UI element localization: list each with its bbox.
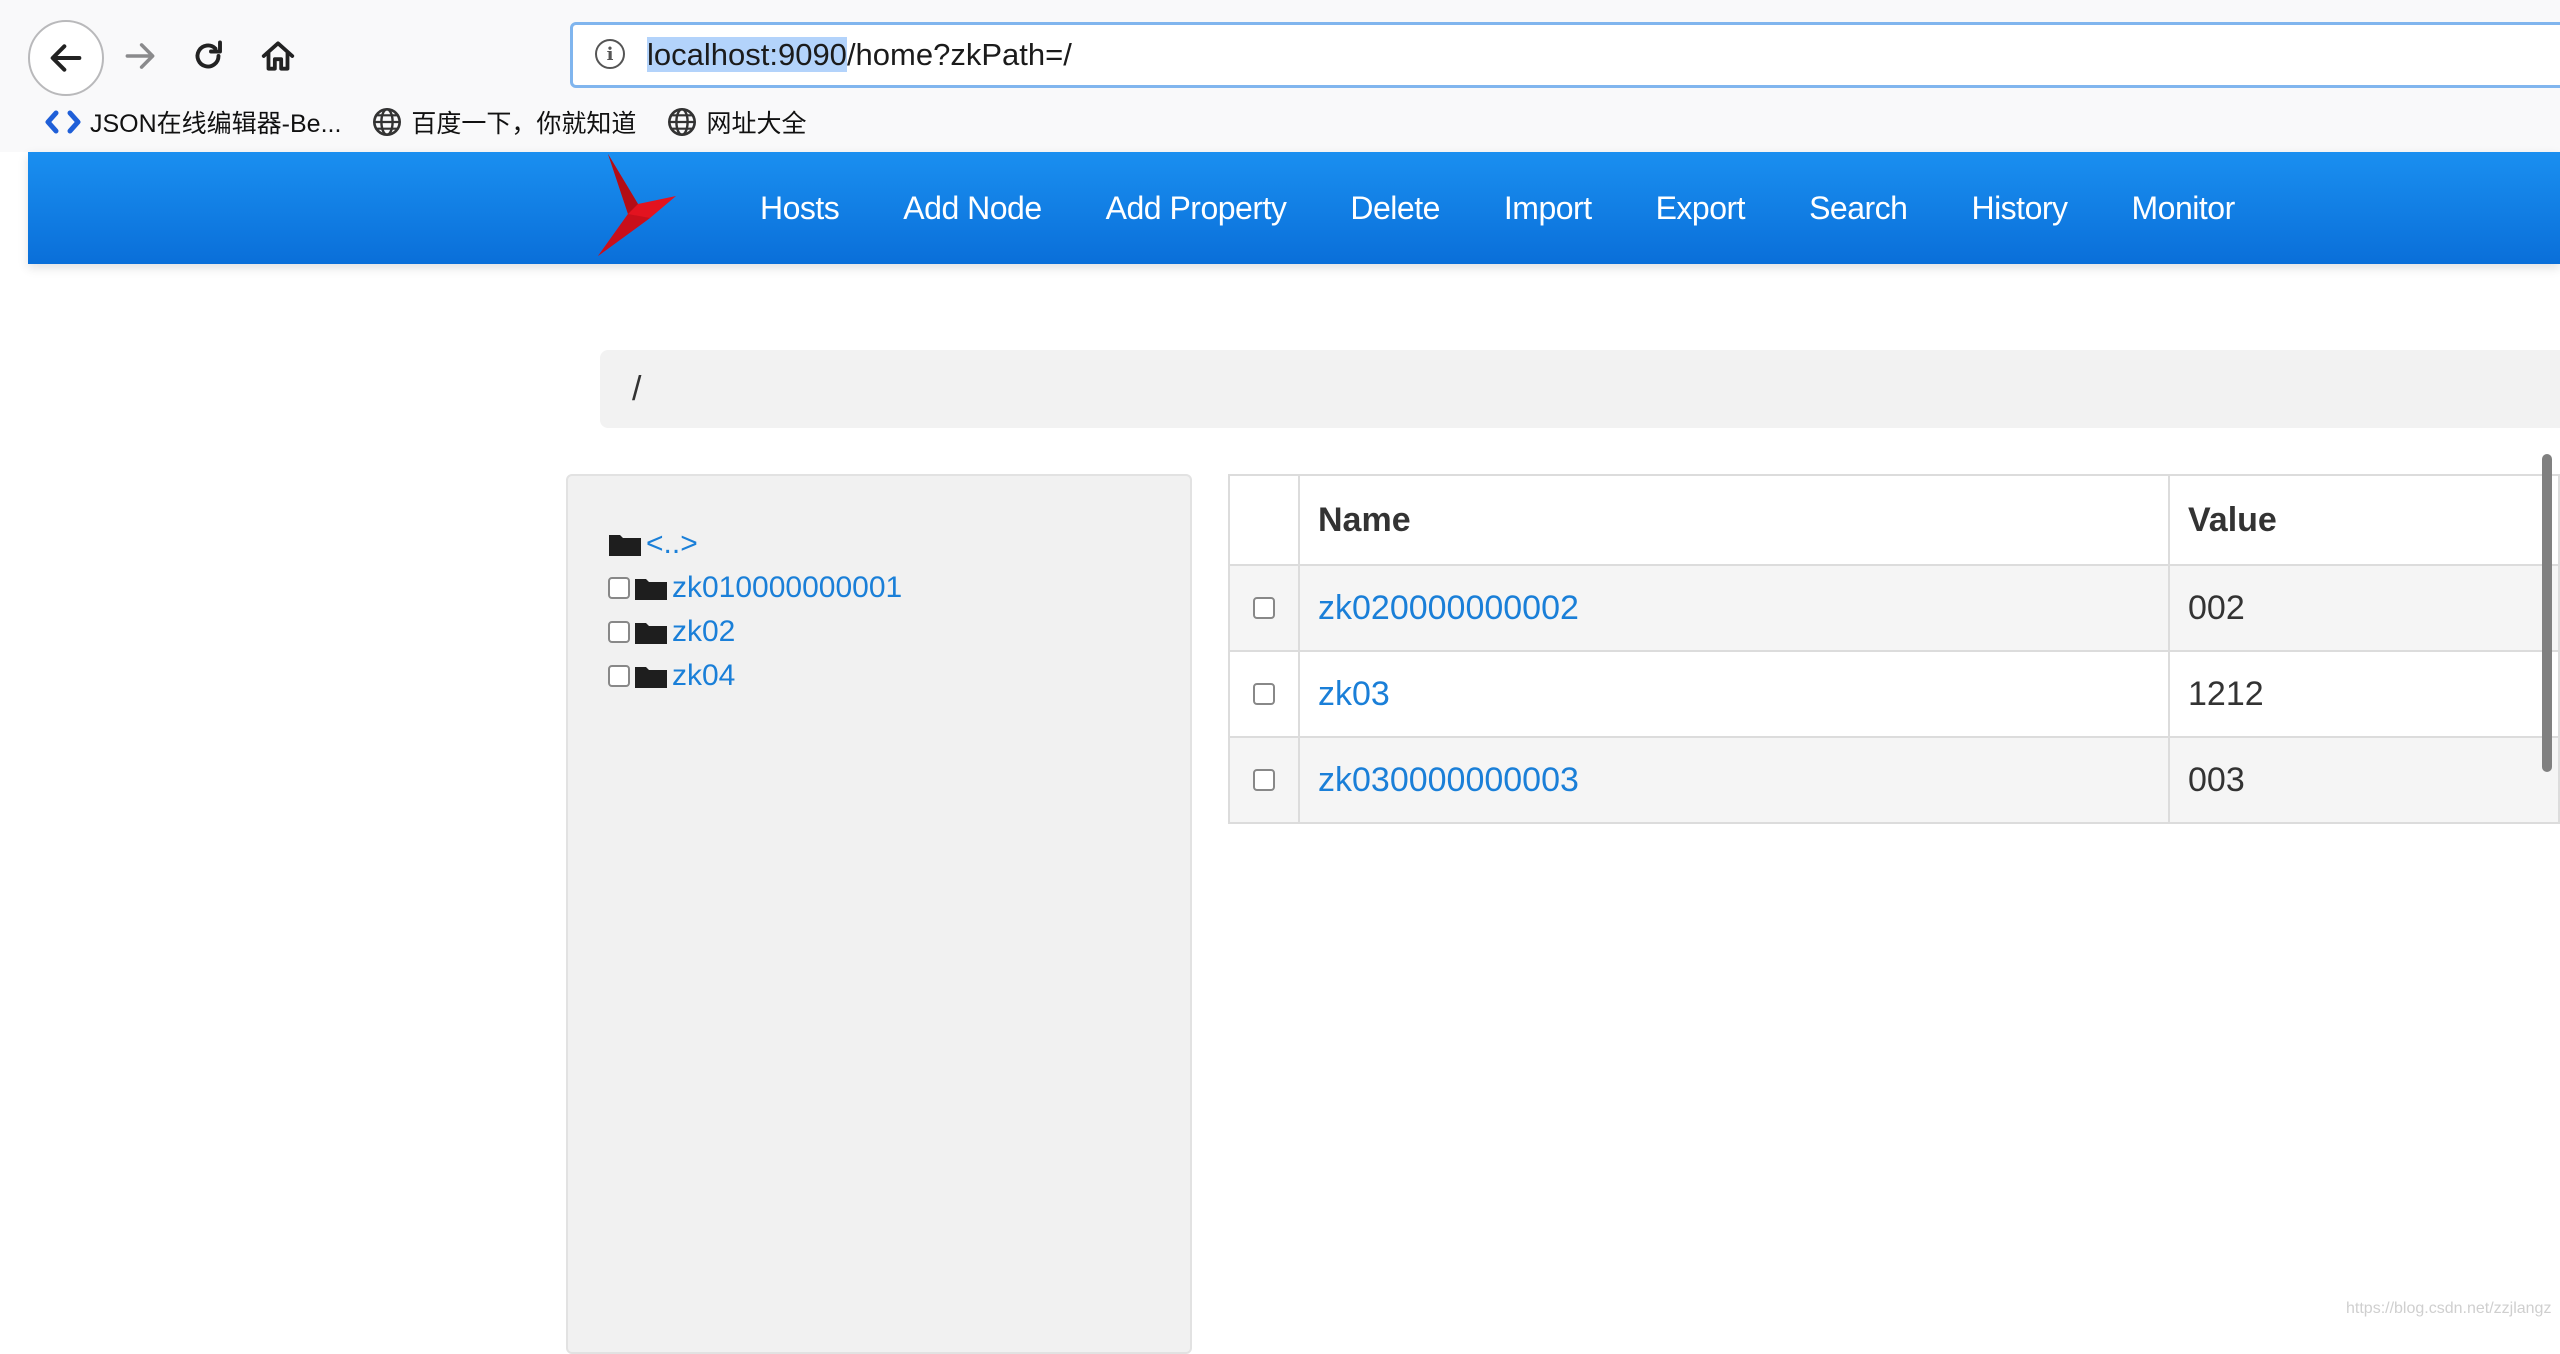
row-checkbox[interactable] (1253, 596, 1275, 619)
bookmark-hao123[interactable]: 网址大全 (666, 104, 806, 140)
globe-icon (666, 106, 698, 138)
arrow-left-icon (50, 44, 82, 72)
folder-icon (608, 531, 642, 557)
url-text[interactable]: localhost:9090/home?zkPath=/ (647, 37, 1072, 73)
node-checkbox[interactable] (608, 577, 630, 599)
tree-node: zk04 (608, 654, 902, 698)
url-path: /home?zkPath=/ (846, 37, 1072, 72)
header-value: Value (2168, 474, 2560, 566)
folder-icon (634, 619, 668, 645)
nav-export[interactable]: Export (1656, 190, 1746, 227)
row-name-cell: zk020000000002 (1298, 564, 2170, 652)
row-name-cell: zk03 (1298, 650, 2170, 738)
folder-icon (634, 663, 668, 689)
reload-icon (195, 40, 222, 69)
row-check-cell (1228, 650, 1300, 738)
nav-search[interactable]: Search (1809, 190, 1908, 227)
tree-parent-link[interactable]: <..> (646, 527, 698, 561)
property-name-link[interactable]: zk020000000002 (1318, 589, 1579, 627)
tree-node-link[interactable]: zk02 (672, 615, 735, 649)
bookmark-baidu[interactable]: 百度一下，你就知道 (371, 104, 636, 140)
url-host: localhost:9090 (647, 37, 847, 72)
home-button[interactable] (250, 28, 306, 84)
bookmark-label: JSON在线编辑器-Be... (90, 110, 342, 138)
nav-menu: Hosts Add Node Add Property Delete Impor… (728, 152, 2267, 264)
bookmark-label: 百度一下，你就知道 (411, 110, 637, 138)
breadcrumb-path: / (632, 370, 642, 408)
table-header-row: Name Value (1228, 474, 2560, 566)
back-button[interactable] (28, 20, 104, 96)
json-code-icon (44, 109, 82, 135)
table-row: zk030000000003 003 (1228, 736, 2560, 824)
node-tree-panel: <..> zk010000000001 zk02 zk04 (566, 474, 1192, 1354)
property-name-link[interactable]: zk030000000003 (1318, 761, 1579, 799)
nav-history[interactable]: History (1971, 190, 2068, 227)
row-value-cell: 003 (2168, 736, 2560, 824)
reload-button[interactable] (180, 28, 236, 84)
bird-logo-icon[interactable] (568, 152, 698, 264)
node-tree: <..> zk010000000001 zk02 zk04 (608, 522, 902, 698)
nav-monitor[interactable]: Monitor (2132, 190, 2236, 227)
nav-import[interactable]: Import (1504, 190, 1592, 227)
tree-node: zk02 (608, 610, 902, 654)
folder-icon (634, 575, 668, 601)
arrow-right-icon (125, 43, 155, 69)
globe-icon (371, 106, 403, 138)
property-name-link[interactable]: zk03 (1318, 675, 1390, 713)
node-checkbox[interactable] (608, 665, 630, 687)
tree-parent-row: <..> (608, 522, 902, 566)
forward-button[interactable] (112, 28, 168, 84)
row-check-cell (1228, 736, 1300, 824)
table-row: zk020000000002 002 (1228, 564, 2560, 652)
top-navbar: Hosts Add Node Add Property Delete Impor… (28, 152, 2560, 264)
bookmark-label: 网址大全 (706, 110, 807, 138)
row-check-cell (1228, 564, 1300, 652)
nav-hosts[interactable]: Hosts (760, 190, 840, 227)
node-checkbox[interactable] (608, 621, 630, 643)
info-icon[interactable]: i (595, 39, 625, 69)
browser-toolbar: i localhost:9090/home?zkPath=/ JSON在线编辑器… (0, 0, 2560, 152)
row-value-cell: 1212 (2168, 650, 2560, 738)
bookmarks-bar: JSON在线编辑器-Be... 百度一下，你就知道 网址大全 (44, 104, 836, 140)
header-name: Name (1298, 474, 2170, 566)
nav-add-property[interactable]: Add Property (1106, 190, 1287, 227)
properties-table: Name Value zk020000000002 002 zk03 1212 … (1228, 474, 2560, 824)
row-name-cell: zk030000000003 (1298, 736, 2170, 824)
nav-add-node[interactable]: Add Node (903, 190, 1042, 227)
tree-node-link[interactable]: zk04 (672, 659, 735, 693)
tree-node-link[interactable]: zk010000000001 (672, 571, 902, 605)
page-scrollbar[interactable] (2542, 454, 2552, 772)
url-bar[interactable]: i localhost:9090/home?zkPath=/ (570, 22, 2560, 88)
row-value-cell: 002 (2168, 564, 2560, 652)
home-icon (261, 41, 295, 71)
breadcrumb: / (600, 350, 2560, 428)
nav-delete[interactable]: Delete (1350, 190, 1440, 227)
table-row: zk03 1212 (1228, 650, 2560, 738)
bookmark-json-editor[interactable]: JSON在线编辑器-Be... (44, 104, 341, 140)
watermark: https://blog.csdn.net/zzjlangz (2346, 1300, 2552, 1317)
row-checkbox[interactable] (1253, 682, 1275, 705)
tree-node: zk010000000001 (608, 566, 902, 610)
row-checkbox[interactable] (1253, 768, 1275, 791)
header-check-cell (1228, 474, 1300, 566)
